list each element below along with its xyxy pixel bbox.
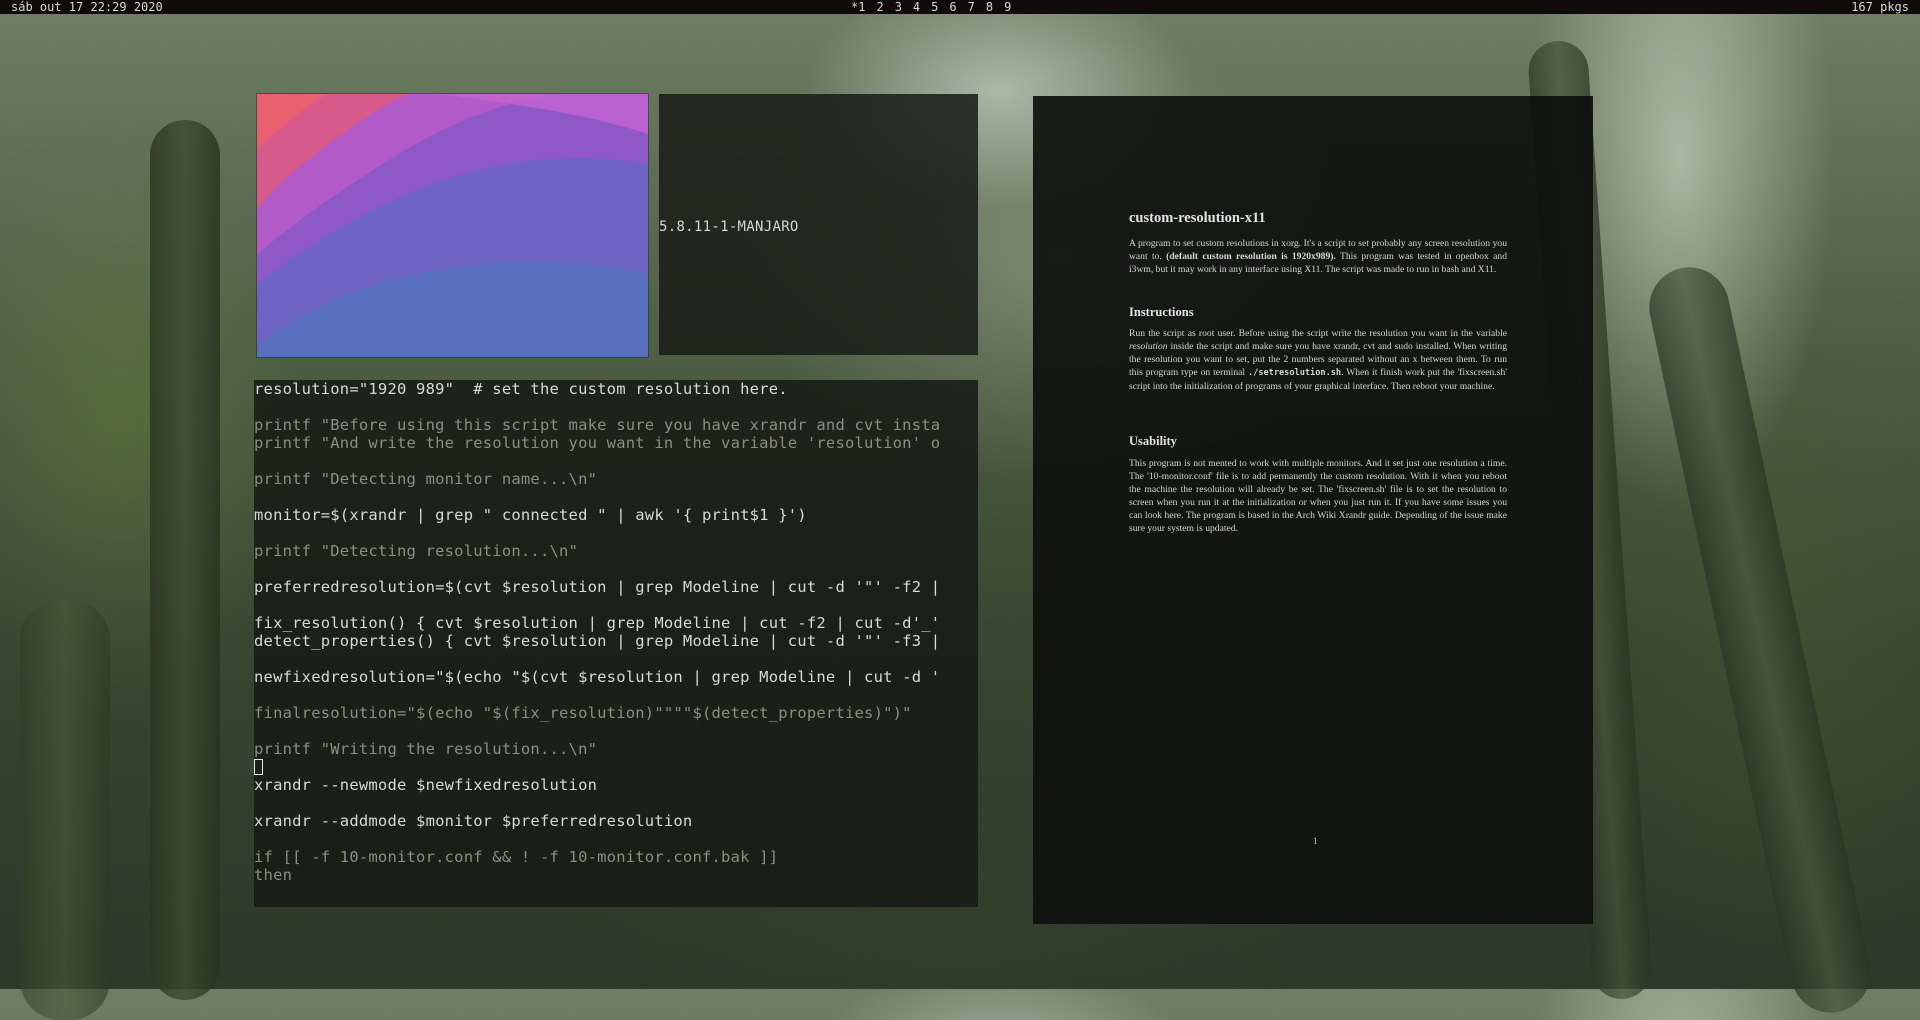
instructions-code-text: ./setresolution.sh bbox=[1247, 368, 1342, 378]
code-line[interactable]: printf "Detecting resolution...\n" bbox=[254, 542, 578, 560]
code-line[interactable]: finalresolution="$(echo "$(fix_resolutio… bbox=[254, 704, 912, 722]
forest-trunk bbox=[1641, 259, 1879, 1020]
instructions-heading: Instructions bbox=[1129, 305, 1194, 319]
top-bar: sáb out 17 22:29 2020 *1 2 3 4 5 6 7 8 9… bbox=[0, 0, 1920, 14]
forest-trunk bbox=[150, 120, 220, 1000]
forest-trunk bbox=[20, 600, 110, 1020]
wallpaper-preview-image bbox=[257, 94, 648, 357]
workspace-8[interactable]: 8 bbox=[986, 0, 993, 14]
usability-heading: Usability bbox=[1129, 434, 1177, 448]
code-line[interactable]: printf "Writing the resolution...\n" bbox=[254, 740, 597, 758]
kernel-version: 5.8.11-1-MANJARO bbox=[659, 219, 799, 235]
code-line[interactable]: detect_properties() { cvt $resolution | … bbox=[254, 632, 940, 650]
workspace-switcher: *1 2 3 4 5 6 7 8 9 bbox=[851, 0, 1022, 14]
package-count: 167 pkgs bbox=[1851, 0, 1909, 14]
document-intro: A program to set custom resolutions in x… bbox=[1129, 237, 1507, 276]
workspace-5[interactable]: 5 bbox=[931, 0, 938, 14]
instructions-paragraph: Run the script as root user. Before usin… bbox=[1129, 327, 1507, 393]
code-line[interactable]: printf "And write the resolution you wan… bbox=[254, 434, 940, 452]
workspace-1[interactable]: *1 bbox=[851, 0, 865, 14]
code-editor[interactable]: resolution="1920 989" # set the custom r… bbox=[254, 380, 978, 907]
code-line[interactable]: xrandr --newmode $newfixedresolution bbox=[254, 776, 597, 794]
workspace-6[interactable]: 6 bbox=[949, 0, 956, 14]
workspace-3[interactable]: 3 bbox=[895, 0, 902, 14]
code-line[interactable]: printf "Before using this script make su… bbox=[254, 416, 940, 434]
pdf-viewer-window[interactable]: custom-resolution-x11 A program to set c… bbox=[1033, 96, 1593, 924]
document-title: custom-resolution-x11 bbox=[1129, 210, 1266, 226]
workspace-4[interactable]: 4 bbox=[913, 0, 920, 14]
code-line[interactable]: resolution="1920 989" # set the custom r… bbox=[254, 380, 788, 398]
code-line[interactable]: preferredresolution=$(cvt $resolution | … bbox=[254, 578, 940, 596]
code-line[interactable]: xrandr --addmode $monitor $preferredreso… bbox=[254, 812, 692, 830]
intro-bold-text: (default custom resolution is 1920x989). bbox=[1166, 251, 1336, 262]
code-line[interactable]: newfixedresolution="$(echo "$(cvt $resol… bbox=[254, 668, 940, 686]
workspace-2[interactable]: 2 bbox=[876, 0, 883, 14]
page-number: 1 bbox=[1313, 836, 1318, 846]
code-line[interactable]: if [[ -f 10-monitor.conf && ! -f 10-moni… bbox=[254, 848, 778, 866]
sysinfo-window[interactable]: 5.8.11-1-MANJARO bbox=[659, 94, 978, 355]
code-line[interactable]: monitor=$(xrandr | grep " connected " | … bbox=[254, 506, 807, 524]
code-line[interactable]: then bbox=[254, 866, 292, 884]
text-cursor bbox=[254, 759, 263, 775]
image-viewer-window[interactable] bbox=[256, 93, 649, 358]
instructions-italic-text: resolution bbox=[1129, 341, 1168, 352]
workspace-9[interactable]: 9 bbox=[1004, 0, 1011, 14]
usability-paragraph: This program is not mented to work with … bbox=[1129, 458, 1507, 534]
code-line[interactable]: fix_resolution() { cvt $resolution | gre… bbox=[254, 614, 940, 632]
code-line[interactable]: printf "Detecting monitor name...\n" bbox=[254, 470, 597, 488]
instructions-text: Run the script as root user. Before usin… bbox=[1129, 328, 1507, 339]
clock: sáb out 17 22:29 2020 bbox=[11, 0, 163, 14]
workspace-7[interactable]: 7 bbox=[968, 0, 975, 14]
